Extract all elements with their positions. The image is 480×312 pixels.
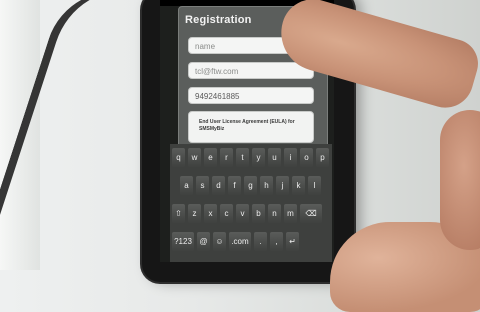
key-r[interactable]: r xyxy=(220,148,233,167)
key-dotcom[interactable]: .com xyxy=(229,232,251,251)
key-s[interactable]: s xyxy=(196,176,209,195)
key-comma[interactable]: , xyxy=(270,232,283,251)
email-field[interactable]: tcl@ftw.com xyxy=(188,62,314,79)
key-at[interactable]: @ xyxy=(197,232,210,251)
key-g[interactable]: g xyxy=(244,176,257,195)
eula-box[interactable]: End User License Agreement (EULA) for SM… xyxy=(188,111,314,143)
dialog-title: Registration xyxy=(185,14,252,26)
phone-field[interactable]: 9492461885 xyxy=(188,87,314,104)
key-k[interactable]: k xyxy=(292,176,305,195)
keyboard-row-4: ?123 @ ☺ .com . , ↵ xyxy=(172,232,299,252)
soft-keyboard: q w e r t y u i o p a s d f g h j k l ⇧ … xyxy=(170,144,332,262)
key-u[interactable]: u xyxy=(268,148,281,167)
key-z[interactable]: z xyxy=(188,204,201,223)
key-h[interactable]: h xyxy=(260,176,273,195)
hand-overlay xyxy=(440,110,480,250)
key-m[interactable]: m xyxy=(284,204,297,223)
key-t[interactable]: t xyxy=(236,148,249,167)
delete-key[interactable]: ⌫ xyxy=(300,204,322,223)
shift-key[interactable]: ⇧ xyxy=(172,204,185,223)
key-p[interactable]: p xyxy=(316,148,329,167)
key-n[interactable]: n xyxy=(268,204,281,223)
keyboard-row-2: a s d f g h j k l xyxy=(180,176,321,196)
keyboard-row-3: ⇧ z x c v b n m ⌫ xyxy=(172,204,322,224)
key-x[interactable]: x xyxy=(204,204,217,223)
key-l[interactable]: l xyxy=(308,176,321,195)
key-j[interactable]: j xyxy=(276,176,289,195)
key-w[interactable]: w xyxy=(188,148,201,167)
key-c[interactable]: c xyxy=(220,204,233,223)
key-b[interactable]: b xyxy=(252,204,265,223)
key-q[interactable]: q xyxy=(172,148,185,167)
symbols-key[interactable]: ?123 xyxy=(172,232,194,251)
key-v[interactable]: v xyxy=(236,204,249,223)
keyboard-row-1: q w e r t y u i o p xyxy=(172,148,329,168)
emoji-key[interactable]: ☺ xyxy=(213,232,226,251)
key-a[interactable]: a xyxy=(180,176,193,195)
key-period[interactable]: . xyxy=(254,232,267,251)
key-o[interactable]: o xyxy=(300,148,313,167)
key-i[interactable]: i xyxy=(284,148,297,167)
enter-key[interactable]: ↵ xyxy=(286,232,299,251)
key-e[interactable]: e xyxy=(204,148,217,167)
key-d[interactable]: d xyxy=(212,176,225,195)
key-f[interactable]: f xyxy=(228,176,241,195)
key-y[interactable]: y xyxy=(252,148,265,167)
